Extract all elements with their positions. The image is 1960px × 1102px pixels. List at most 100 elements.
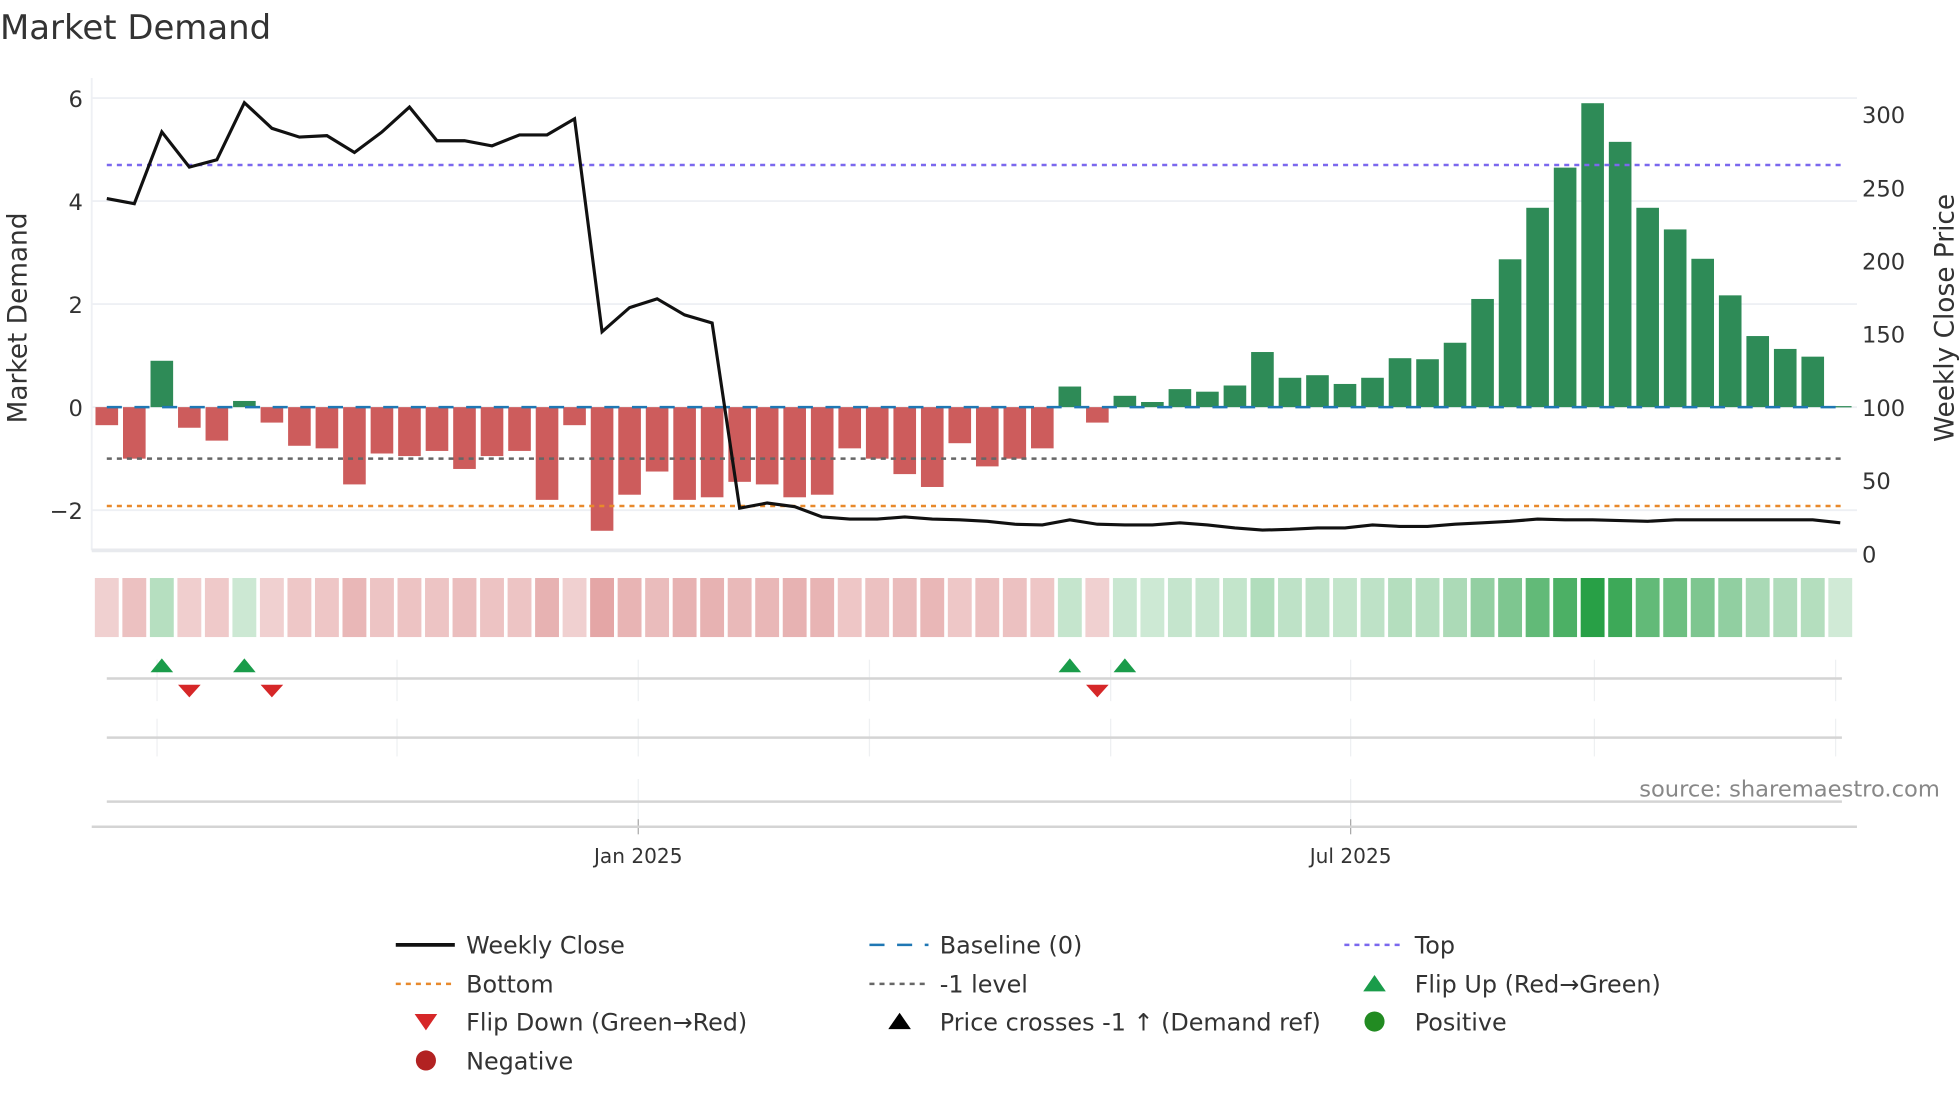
demand-heat-cell bbox=[1690, 578, 1715, 638]
demand-bar-negative bbox=[205, 407, 229, 441]
demand-heat-cell bbox=[1635, 578, 1660, 638]
demand-bar-negative bbox=[370, 407, 394, 454]
demand-heat-cell bbox=[947, 578, 972, 638]
demand-heat-cell bbox=[1140, 578, 1165, 638]
demand-heat-cell bbox=[1580, 578, 1605, 638]
demand-heat-cell bbox=[562, 578, 587, 638]
flip-down-marker bbox=[178, 684, 201, 698]
demand-bar-negative bbox=[563, 407, 586, 426]
demand-heat-cell bbox=[810, 578, 835, 638]
demand-bar-negative bbox=[948, 407, 972, 444]
demand-bar-positive bbox=[1773, 348, 1797, 408]
demand-heat-cell bbox=[727, 578, 752, 638]
source-label: source: sharemaestro.com bbox=[1639, 777, 1940, 803]
demand-bar-negative bbox=[123, 407, 146, 459]
y-tick-label: 2 bbox=[69, 293, 83, 319]
demand-heat-cell bbox=[1250, 578, 1275, 638]
flip-down-marker bbox=[1086, 684, 1109, 698]
demand-heat-cell bbox=[1388, 578, 1412, 638]
demand-heat-cell bbox=[1030, 578, 1055, 638]
demand-heat-cell bbox=[1800, 578, 1825, 638]
demand-heat-cell bbox=[1608, 578, 1633, 638]
demand-bar-negative bbox=[398, 407, 421, 457]
demand-heat-cell bbox=[535, 578, 559, 638]
demand-heat-cell bbox=[1498, 578, 1523, 638]
demand-heat-cell bbox=[232, 578, 257, 638]
demand-bar-positive bbox=[1058, 386, 1082, 408]
demand-bar-negative bbox=[865, 407, 889, 459]
demand-bar-negative bbox=[178, 407, 201, 428]
y2-tick-label: 200 bbox=[1862, 250, 1905, 276]
demand-bar-positive bbox=[1608, 141, 1632, 408]
demand-bar-positive bbox=[1168, 389, 1192, 408]
demand-bar-positive bbox=[1526, 207, 1549, 408]
y2-tick-label: 250 bbox=[1862, 176, 1905, 202]
demand-heat-cell bbox=[1360, 578, 1385, 638]
demand-bar-negative bbox=[783, 407, 806, 498]
y-tick-label: 0 bbox=[69, 396, 83, 422]
demand-heat-cell bbox=[452, 578, 477, 638]
demand-heat-cell bbox=[94, 578, 119, 638]
demand-bar-negative bbox=[480, 407, 504, 457]
legend-circle-green-icon bbox=[1364, 1011, 1385, 1032]
demand-bar-negative bbox=[1086, 407, 1109, 423]
demand-heat-cell bbox=[1305, 578, 1330, 638]
demand-heat-cell bbox=[865, 578, 890, 638]
demand-bar-positive bbox=[1718, 295, 1742, 408]
demand-bar-positive bbox=[1553, 167, 1577, 408]
demand-bar-positive bbox=[1636, 207, 1659, 408]
demand-bar-negative bbox=[838, 407, 862, 449]
legend-label: Weekly Close bbox=[466, 932, 625, 960]
demand-heat-cell bbox=[397, 578, 422, 638]
demand-heat-cell bbox=[149, 578, 174, 638]
demand-heat-cell bbox=[700, 578, 725, 638]
flip-up-marker bbox=[1058, 658, 1082, 673]
demand-bar-positive bbox=[1471, 298, 1494, 408]
legend-label: -1 level bbox=[940, 971, 1028, 999]
legend-label: Negative bbox=[466, 1047, 573, 1075]
demand-bar-negative bbox=[288, 407, 311, 446]
demand-heat-cell bbox=[1745, 578, 1770, 638]
demand-bar-positive bbox=[1691, 258, 1714, 408]
x-tick-jul-2025: Jul 2025 bbox=[1308, 844, 1392, 868]
demand-heat-cell bbox=[755, 578, 780, 638]
demand-bar-positive bbox=[1443, 342, 1467, 408]
demand-heat-cell bbox=[782, 578, 807, 638]
y2-tick-label: 50 bbox=[1862, 469, 1891, 495]
demand-heat-cell bbox=[425, 578, 449, 638]
demand-heat-cell bbox=[480, 578, 504, 638]
demand-bar-positive bbox=[1223, 385, 1247, 408]
demand-heat-cell bbox=[1443, 578, 1467, 638]
demand-heat-cell bbox=[177, 578, 202, 638]
demand-bar-negative bbox=[1003, 407, 1027, 459]
demand-heat-cell bbox=[1085, 578, 1110, 638]
demand-heat-cell bbox=[617, 578, 642, 638]
demand-bar-positive bbox=[1388, 358, 1412, 408]
y2-tick-label: 100 bbox=[1862, 396, 1905, 422]
demand-bar-positive bbox=[1196, 391, 1219, 408]
legend-label: Price crosses -1 ↑ (Demand ref) bbox=[940, 1008, 1321, 1036]
weekly-close-line bbox=[106, 100, 1841, 532]
demand-bar-negative bbox=[645, 407, 669, 472]
demand-bar-negative bbox=[260, 407, 284, 423]
demand-heat-cell bbox=[975, 578, 1000, 638]
y-tick-label: 4 bbox=[69, 190, 83, 216]
y2-tick-label: 150 bbox=[1862, 323, 1905, 349]
demand-bar-negative bbox=[425, 407, 449, 451]
demand-bar-positive bbox=[1498, 259, 1522, 408]
demand-heat-cell bbox=[1222, 578, 1247, 638]
flip-down-marker bbox=[260, 684, 284, 698]
flip-up-marker bbox=[1113, 658, 1137, 673]
demand-heat-cell bbox=[1773, 578, 1798, 638]
demand-bar-positive bbox=[1333, 383, 1357, 408]
legend-triangle-black-icon bbox=[888, 1012, 911, 1030]
demand-heat-cell bbox=[1278, 578, 1302, 638]
demand-heat-cell bbox=[1525, 578, 1550, 638]
demand-bar-negative bbox=[508, 407, 531, 451]
demand-heat-cell bbox=[507, 578, 532, 638]
demand-heat-cell bbox=[1002, 578, 1027, 638]
demand-bar-negative bbox=[343, 407, 366, 485]
demand-bar-negative bbox=[618, 407, 641, 495]
demand-bar-negative bbox=[700, 407, 724, 498]
demand-heat-cell bbox=[1333, 578, 1357, 638]
